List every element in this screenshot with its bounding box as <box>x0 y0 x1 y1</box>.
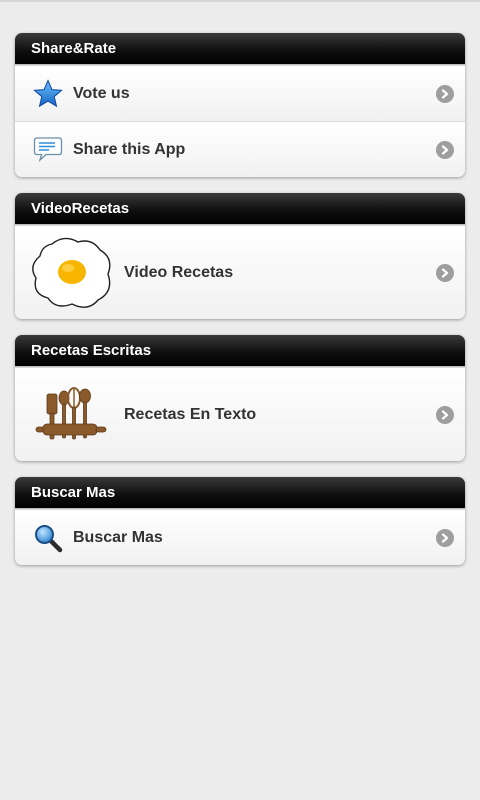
section-buscar-mas: Buscar Mas Buscar Mas <box>15 477 465 565</box>
section-header: Buscar Mas <box>15 477 465 509</box>
fried-egg-icon <box>30 236 114 310</box>
kitchen-utensils-icon <box>30 378 114 452</box>
star-icon <box>31 77 65 111</box>
list-item-label: Share this App <box>73 140 186 158</box>
list-item-label: Recetas En Texto <box>124 405 257 423</box>
chevron-right-icon <box>436 263 454 282</box>
list-item-buscar-mas[interactable]: Buscar Mas <box>15 509 465 565</box>
list-item-share-app[interactable]: Share this App <box>15 121 465 177</box>
list-item-video-recetas[interactable]: Video Recetas <box>15 225 465 319</box>
chevron-right-icon <box>436 528 454 547</box>
list-item-recetas-texto[interactable]: Recetas En Texto <box>15 367 465 461</box>
section-header: Recetas Escritas <box>15 335 465 367</box>
top-divider <box>0 0 480 2</box>
section-recetas-escritas: Recetas Escritas Recetas En Texto <box>15 335 465 461</box>
list-item-vote-us[interactable]: Vote us <box>15 65 465 121</box>
speech-bubble-icon <box>31 133 65 167</box>
section-header: VideoRecetas <box>15 193 465 225</box>
list-item-label: Buscar Mas <box>73 528 163 546</box>
list-item-label: Vote us <box>73 84 130 102</box>
chevron-right-icon <box>436 140 454 159</box>
list-item-label: Video Recetas <box>124 263 234 281</box>
chevron-right-icon <box>436 84 454 103</box>
magnifier-icon <box>31 521 65 555</box>
section-video-recetas: VideoRecetas Video Recetas <box>15 193 465 319</box>
chevron-right-icon <box>436 405 454 424</box>
section-share-rate: Share&Rate Vote us Share this App <box>15 33 465 177</box>
section-header: Share&Rate <box>15 33 465 65</box>
